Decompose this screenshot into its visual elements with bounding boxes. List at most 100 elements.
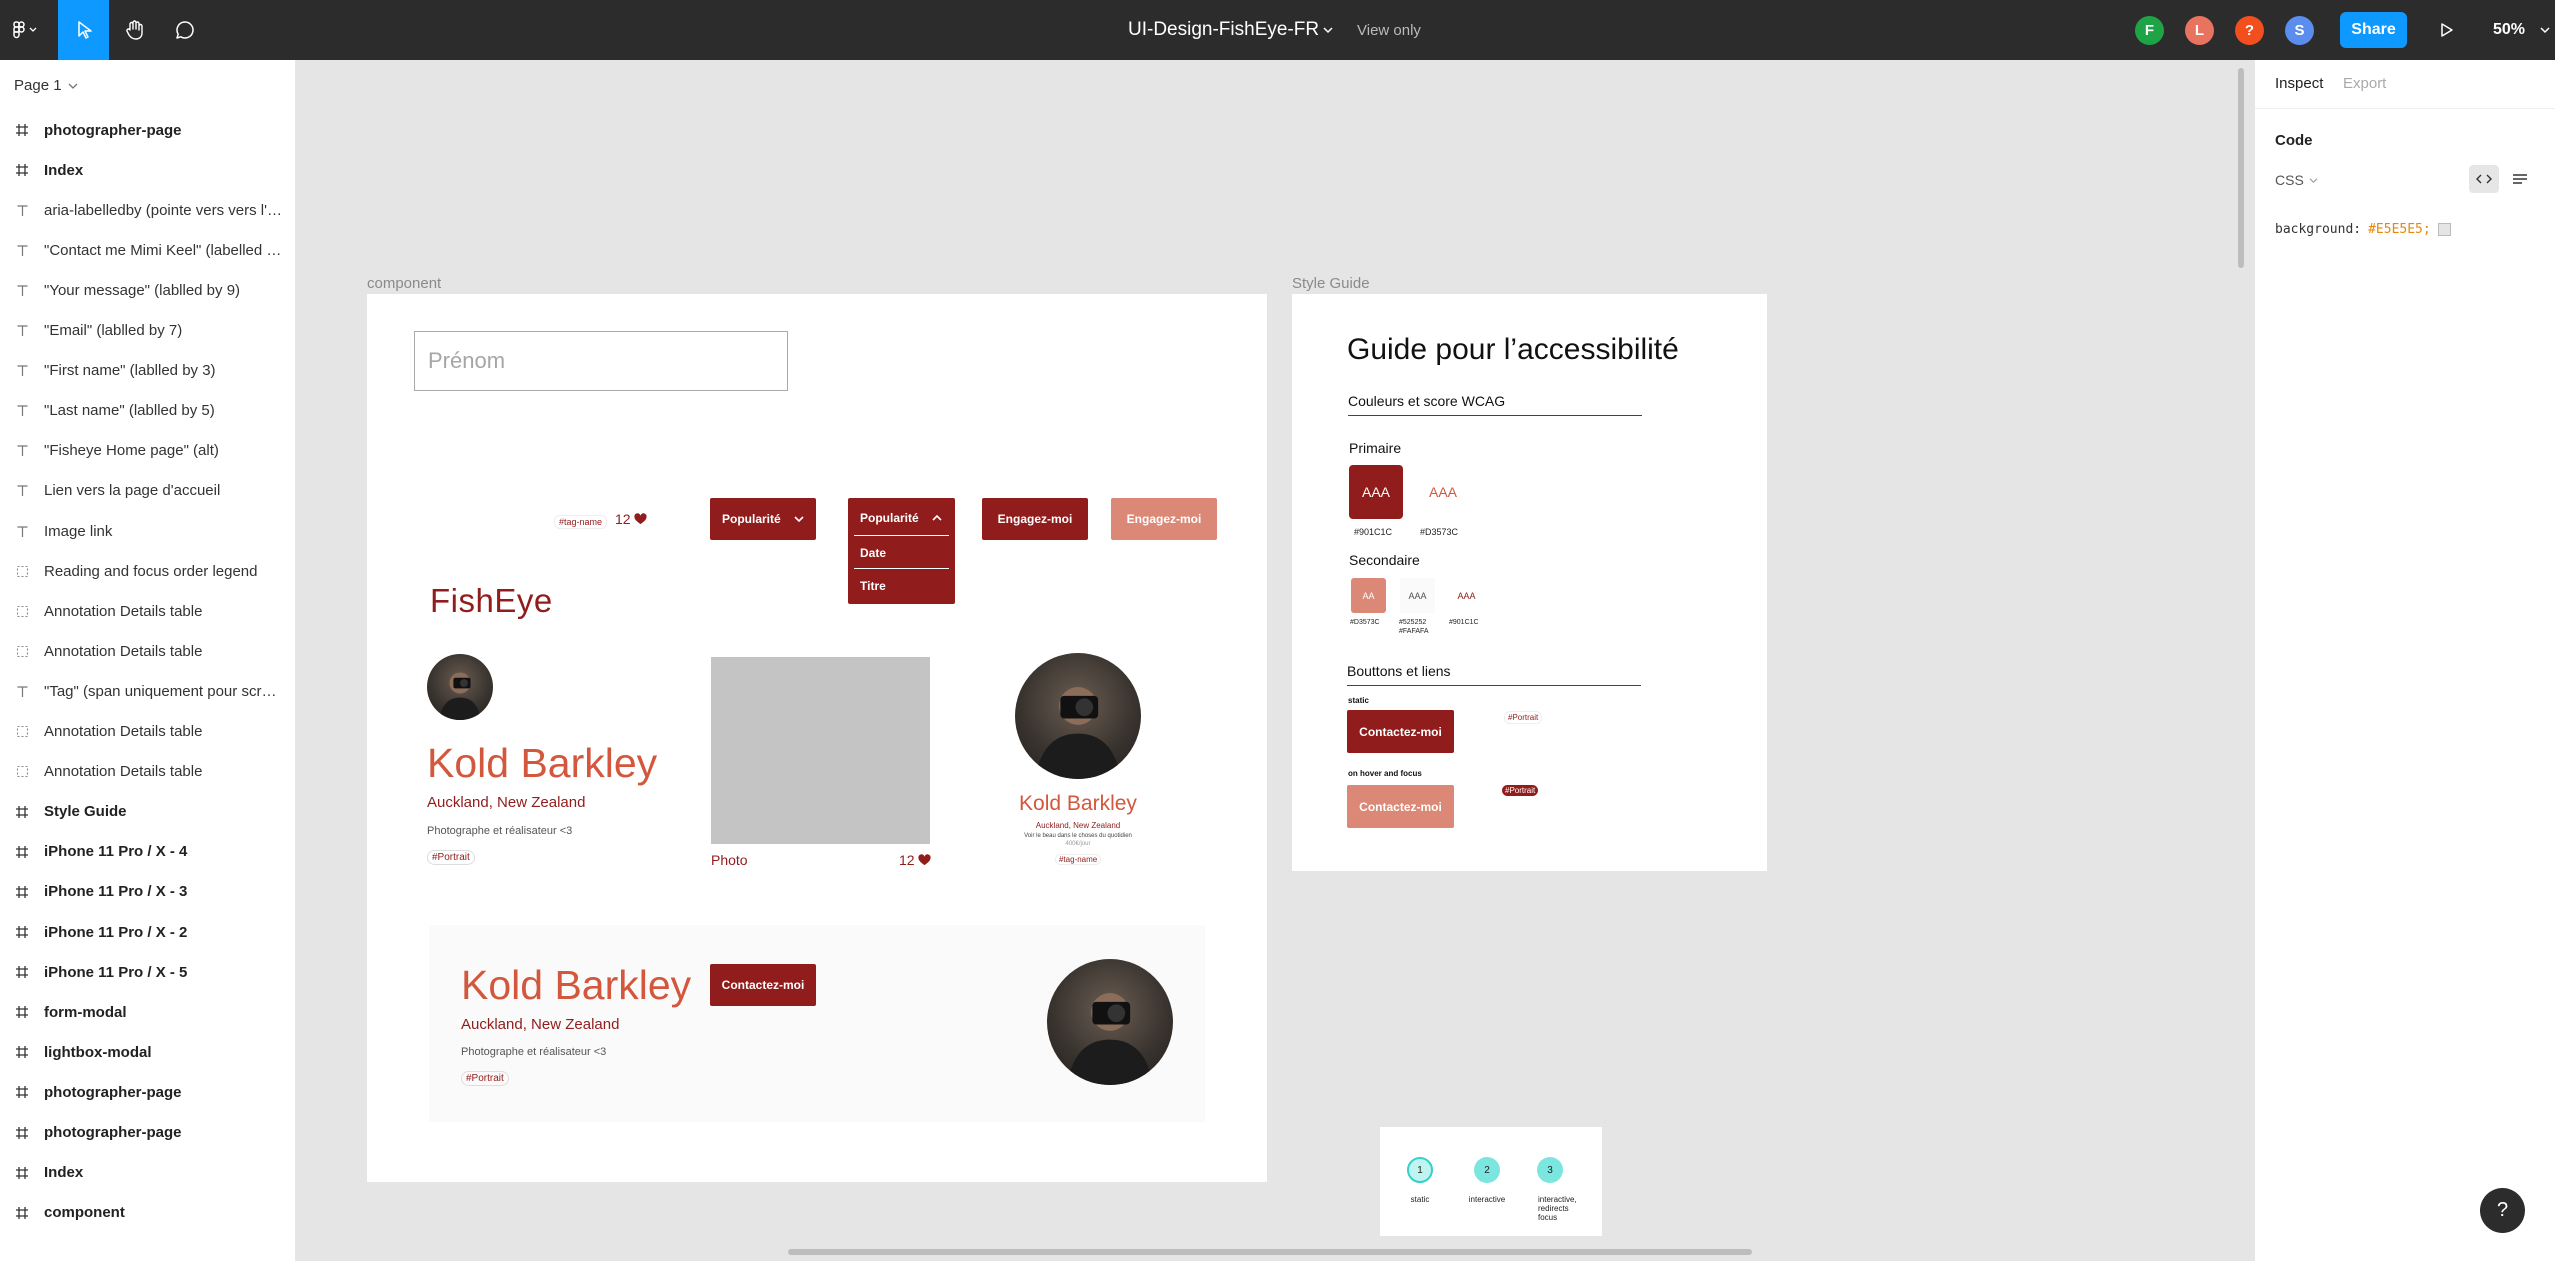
photographer-tag[interactable]: #tag-name bbox=[1055, 854, 1102, 865]
media-likes[interactable]: 12 bbox=[899, 852, 931, 868]
move-tool-icon[interactable] bbox=[58, 0, 109, 60]
layer-item[interactable]: Annotation Details table bbox=[0, 591, 296, 631]
fisheye-logo[interactable]: FishEye bbox=[430, 582, 553, 620]
layer-item[interactable]: Index bbox=[0, 1153, 296, 1193]
contact-button-static[interactable]: Engagez-moi bbox=[982, 498, 1088, 540]
frame-label-component[interactable]: component bbox=[367, 275, 441, 292]
vertical-scrollbar[interactable] bbox=[2238, 68, 2244, 268]
layer-item[interactable]: iPhone 11 Pro / X - 3 bbox=[0, 872, 296, 912]
layer-item[interactable]: Annotation Details table bbox=[0, 631, 296, 671]
sort-dropdown-open[interactable]: Popularité Date Titre bbox=[848, 498, 955, 604]
page-selector[interactable]: Page 1 bbox=[14, 77, 78, 94]
style-button-static[interactable]: Contactez-moi bbox=[1347, 710, 1454, 753]
share-button[interactable]: Share bbox=[2340, 12, 2407, 48]
comment-tool-icon[interactable] bbox=[165, 0, 205, 60]
file-title[interactable]: UI-Design-FishEye-FR bbox=[1128, 0, 1319, 60]
header-tag[interactable]: #Portrait bbox=[461, 1071, 509, 1086]
horizontal-scrollbar[interactable] bbox=[788, 1249, 1752, 1255]
language-select[interactable]: CSS bbox=[2275, 172, 2318, 188]
layer-item[interactable]: "Fisheye Home page" (alt) bbox=[0, 431, 296, 471]
layer-item[interactable]: photographer-page bbox=[0, 1072, 296, 1112]
layer-label: lightbox-modal bbox=[44, 1043, 152, 1061]
tag-small[interactable]: #tag-name bbox=[554, 515, 608, 529]
figma-menu-icon[interactable] bbox=[0, 0, 48, 60]
layer-label: photographer-page bbox=[44, 1083, 182, 1101]
group-icon bbox=[0, 565, 44, 578]
legend-badge: 2 bbox=[1474, 1157, 1500, 1183]
help-button[interactable]: ? bbox=[2480, 1188, 2525, 1233]
layer-item[interactable]: Annotation Details table bbox=[0, 712, 296, 752]
layer-item[interactable]: component bbox=[0, 1193, 296, 1233]
layer-item[interactable]: Lien vers la page d'accueil bbox=[0, 471, 296, 511]
dropdown-option-title[interactable]: Titre bbox=[860, 579, 886, 593]
layer-item[interactable]: iPhone 11 Pro / X - 5 bbox=[0, 952, 296, 992]
layer-item[interactable]: form-modal bbox=[0, 992, 296, 1032]
tab-export[interactable]: Export bbox=[2343, 75, 2386, 92]
layer-item[interactable]: photographer-page bbox=[0, 1113, 296, 1153]
layer-item[interactable]: "Email" (lablled by 7) bbox=[0, 311, 296, 351]
secondary-label: Secondaire bbox=[1349, 552, 1420, 568]
chevron-down-icon[interactable] bbox=[1318, 0, 1338, 60]
layer-item[interactable]: Style Guide bbox=[0, 792, 296, 832]
hand-tool-icon[interactable] bbox=[115, 0, 155, 60]
contact-button-hover[interactable]: Engagez-moi bbox=[1111, 498, 1217, 540]
layer-item[interactable]: Index bbox=[0, 150, 296, 190]
layer-item[interactable]: Image link bbox=[0, 511, 296, 551]
layer-item[interactable]: "Contact me Mimi Keel" (labelled by 10) bbox=[0, 230, 296, 270]
primary-swatch-light: AAA bbox=[1416, 465, 1470, 519]
reading-order-legend: 1 static 2 interactive 3 interactive, re… bbox=[1380, 1127, 1602, 1236]
photographer-avatar[interactable] bbox=[427, 654, 493, 720]
layer-item[interactable]: iPhone 11 Pro / X - 2 bbox=[0, 912, 296, 952]
first-name-input[interactable]: Prénom bbox=[414, 331, 788, 391]
layer-item[interactable]: photographer-page bbox=[0, 110, 296, 150]
frame-icon bbox=[0, 1206, 44, 1220]
tab-inspect[interactable]: Inspect bbox=[2275, 75, 2323, 92]
style-tag-hover[interactable]: #Portrait bbox=[1502, 785, 1539, 796]
group-icon bbox=[0, 645, 44, 658]
photographer-avatar[interactable] bbox=[1015, 653, 1141, 779]
photographer-tag[interactable]: #Portrait bbox=[427, 850, 475, 865]
photographer-name[interactable]: Kold Barkley bbox=[1015, 792, 1141, 816]
layer-label: Index bbox=[44, 1164, 84, 1182]
sort-dropdown-closed[interactable]: Popularité bbox=[710, 498, 816, 540]
dropdown-option-date[interactable]: Date bbox=[860, 546, 886, 560]
frame-icon bbox=[0, 1005, 44, 1019]
contact-button[interactable]: Contactez-moi bbox=[710, 964, 816, 1006]
layer-item[interactable]: Reading and focus order legend bbox=[0, 551, 296, 591]
layer-item[interactable]: "Your message" (lablled by 9) bbox=[0, 270, 296, 310]
layer-label: Annotation Details table bbox=[44, 763, 203, 781]
layer-item[interactable]: "First name" (lablled by 3) bbox=[0, 351, 296, 391]
style-tag-static[interactable]: #Portrait bbox=[1504, 711, 1543, 724]
play-icon[interactable] bbox=[2432, 0, 2462, 60]
layer-label: "Contact me Mimi Keel" (labelled by 10) bbox=[44, 241, 284, 259]
layer-item[interactable]: "Tag" (span uniquement pour screen reade… bbox=[0, 671, 296, 711]
likes-small[interactable]: 12 bbox=[615, 511, 647, 527]
avatar[interactable]: L bbox=[2185, 16, 2214, 45]
layer-item[interactable]: "Last name" (lablled by 5) bbox=[0, 391, 296, 431]
layer-item[interactable]: aria-labelledby (pointe vers vers l'titr… bbox=[0, 190, 296, 230]
text-layer-icon bbox=[0, 404, 44, 417]
text-layer-icon bbox=[0, 204, 44, 217]
style-button-hover[interactable]: Contactez-moi bbox=[1347, 785, 1454, 828]
divider bbox=[2255, 108, 2555, 109]
layer-item[interactable]: Annotation Details table bbox=[0, 752, 296, 792]
layer-item[interactable]: iPhone 11 Pro / X - 4 bbox=[0, 832, 296, 872]
avatar[interactable]: ? bbox=[2235, 16, 2264, 45]
layer-item[interactable]: lightbox-modal bbox=[0, 1032, 296, 1072]
swatch-hex: #901C1C bbox=[1449, 619, 1479, 626]
photographer-avatar[interactable] bbox=[1047, 959, 1173, 1085]
layers-panel: Page 1 photographer-page Index aria-labell… bbox=[0, 60, 296, 1261]
frame-label-style-guide[interactable]: Style Guide bbox=[1292, 275, 1370, 292]
list-view-icon[interactable] bbox=[2505, 165, 2535, 193]
media-thumbnail[interactable] bbox=[711, 657, 930, 844]
chevron-down-icon[interactable] bbox=[2538, 0, 2552, 60]
code-view-icon[interactable] bbox=[2469, 165, 2499, 193]
secondary-swatch: AAA bbox=[1400, 578, 1435, 613]
zoom-level[interactable]: 50% bbox=[2493, 0, 2525, 60]
dropdown-label: Popularité bbox=[722, 512, 781, 526]
photographer-name[interactable]: Kold Barkley bbox=[427, 740, 657, 787]
avatar[interactable]: S bbox=[2285, 16, 2314, 45]
avatar[interactable]: F bbox=[2135, 16, 2164, 45]
view-mode-label: View only bbox=[1357, 21, 1421, 39]
chevron-up-icon bbox=[932, 514, 942, 521]
